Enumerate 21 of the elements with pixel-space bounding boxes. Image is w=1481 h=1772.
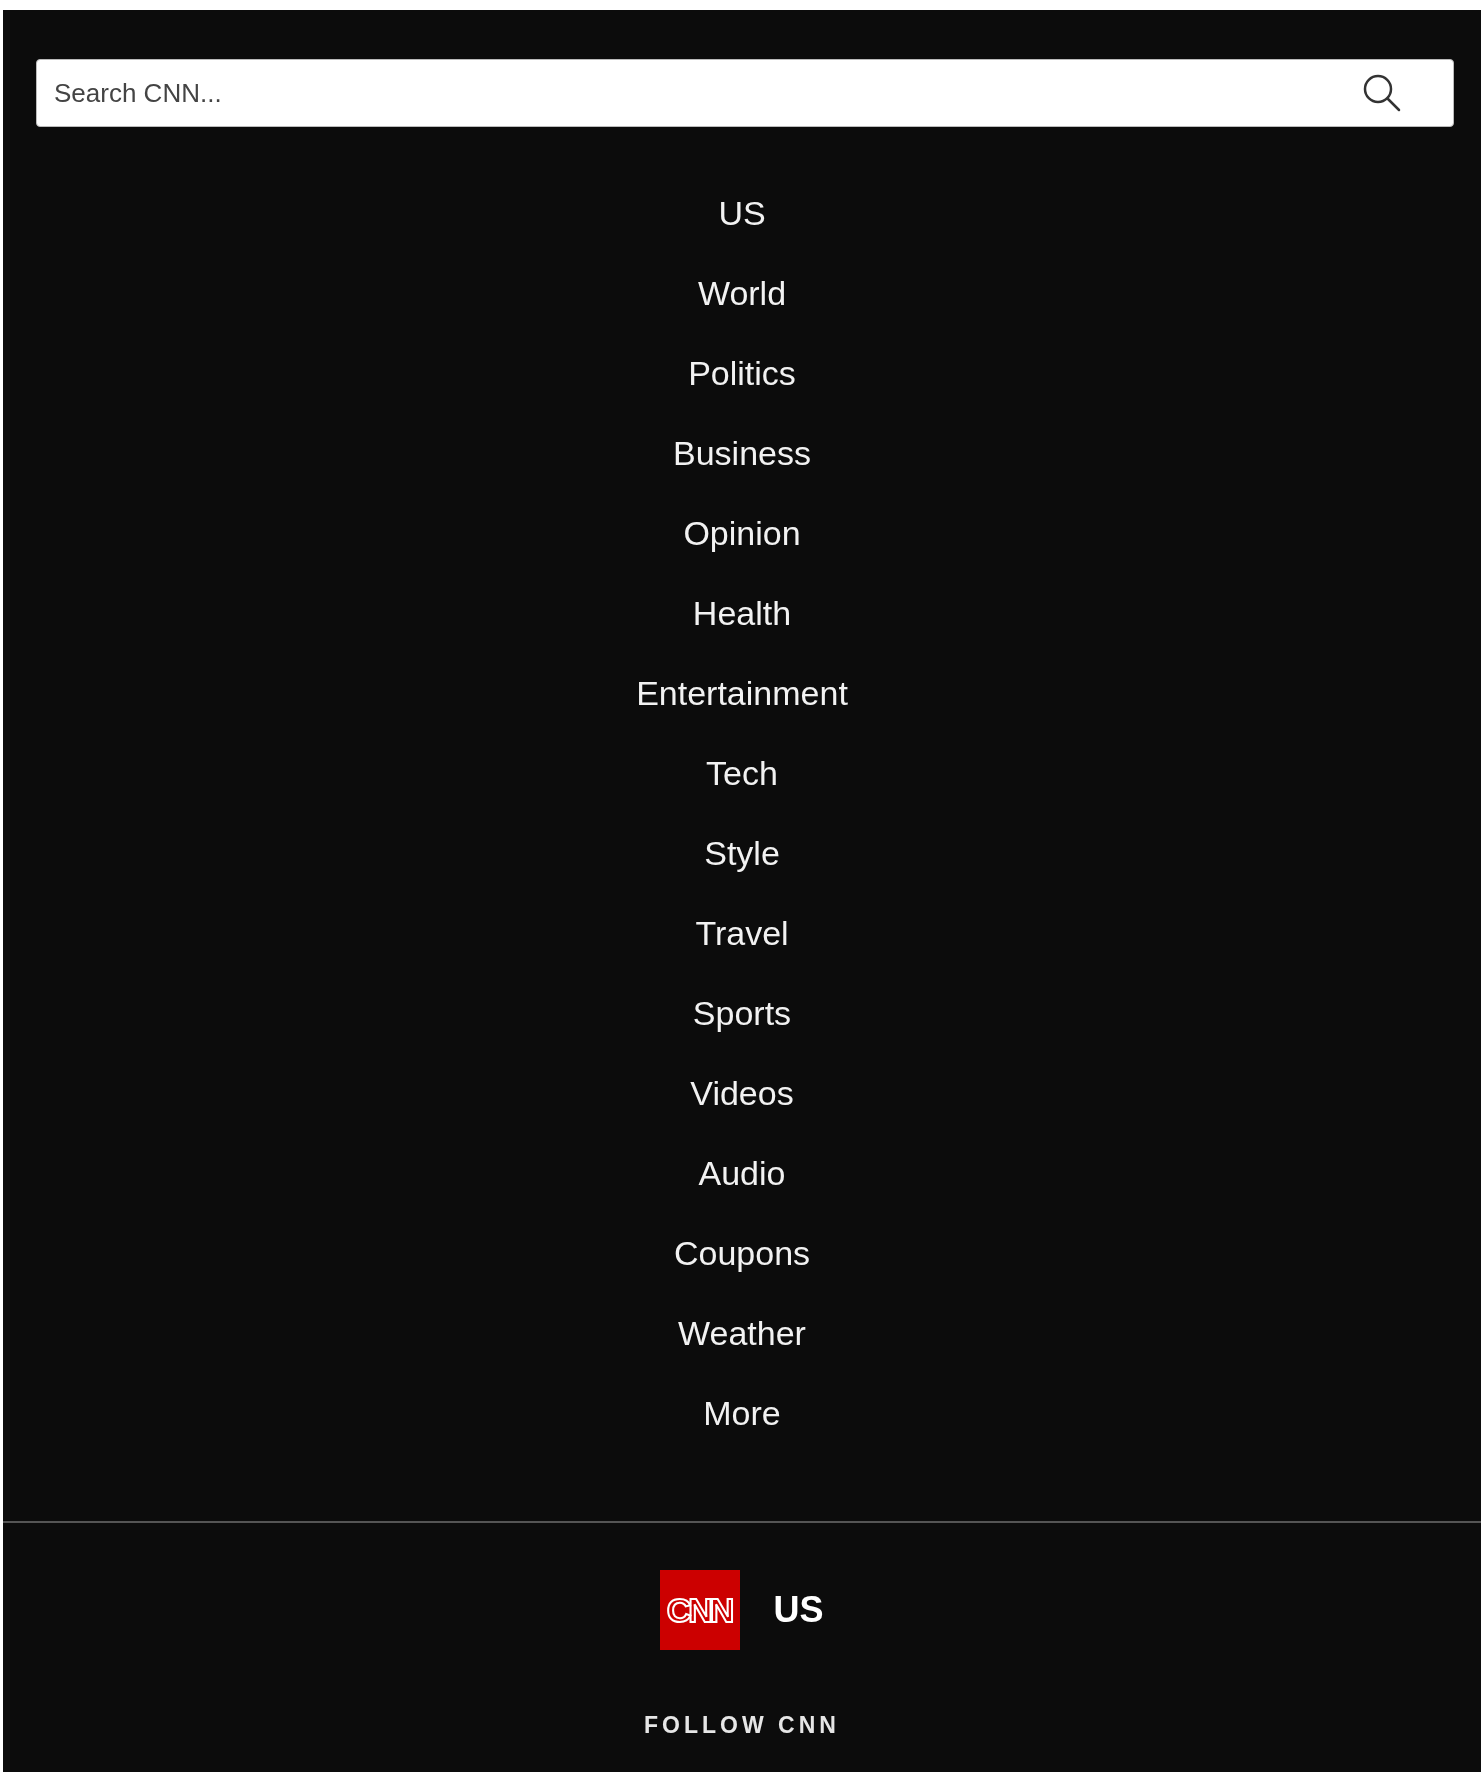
nav-link[interactable]: Opinion	[683, 493, 801, 573]
cnn-logo[interactable]: CNN	[660, 1570, 741, 1650]
nav-link[interactable]: Tech	[706, 733, 778, 813]
nav-link[interactable]: Audio	[698, 1133, 786, 1213]
nav-link[interactable]: Sports	[692, 973, 792, 1053]
search-icon[interactable]	[1362, 73, 1402, 113]
nav-link[interactable]: Entertainment	[636, 653, 848, 733]
nav-link[interactable]: Coupons	[673, 1213, 811, 1293]
nav-link[interactable]: World	[697, 253, 787, 333]
nav-link[interactable]: Business	[673, 413, 811, 493]
nav-link[interactable]: More	[703, 1373, 781, 1453]
nav-link[interactable]: US	[718, 173, 766, 253]
nav-link[interactable]: Style	[704, 813, 780, 893]
nav-link[interactable]: Health	[692, 573, 792, 653]
edition-label: US	[773, 1589, 824, 1631]
search-field[interactable]: Search CNN...	[36, 59, 1454, 127]
nav-link[interactable]: Videos	[690, 1053, 794, 1133]
nav-link[interactable]: Travel	[695, 893, 789, 973]
nav-link[interactable]: Politics	[688, 333, 796, 413]
follow-heading: FOLLOW CNN	[644, 1712, 840, 1739]
nav-link[interactable]: Weather	[678, 1293, 806, 1373]
